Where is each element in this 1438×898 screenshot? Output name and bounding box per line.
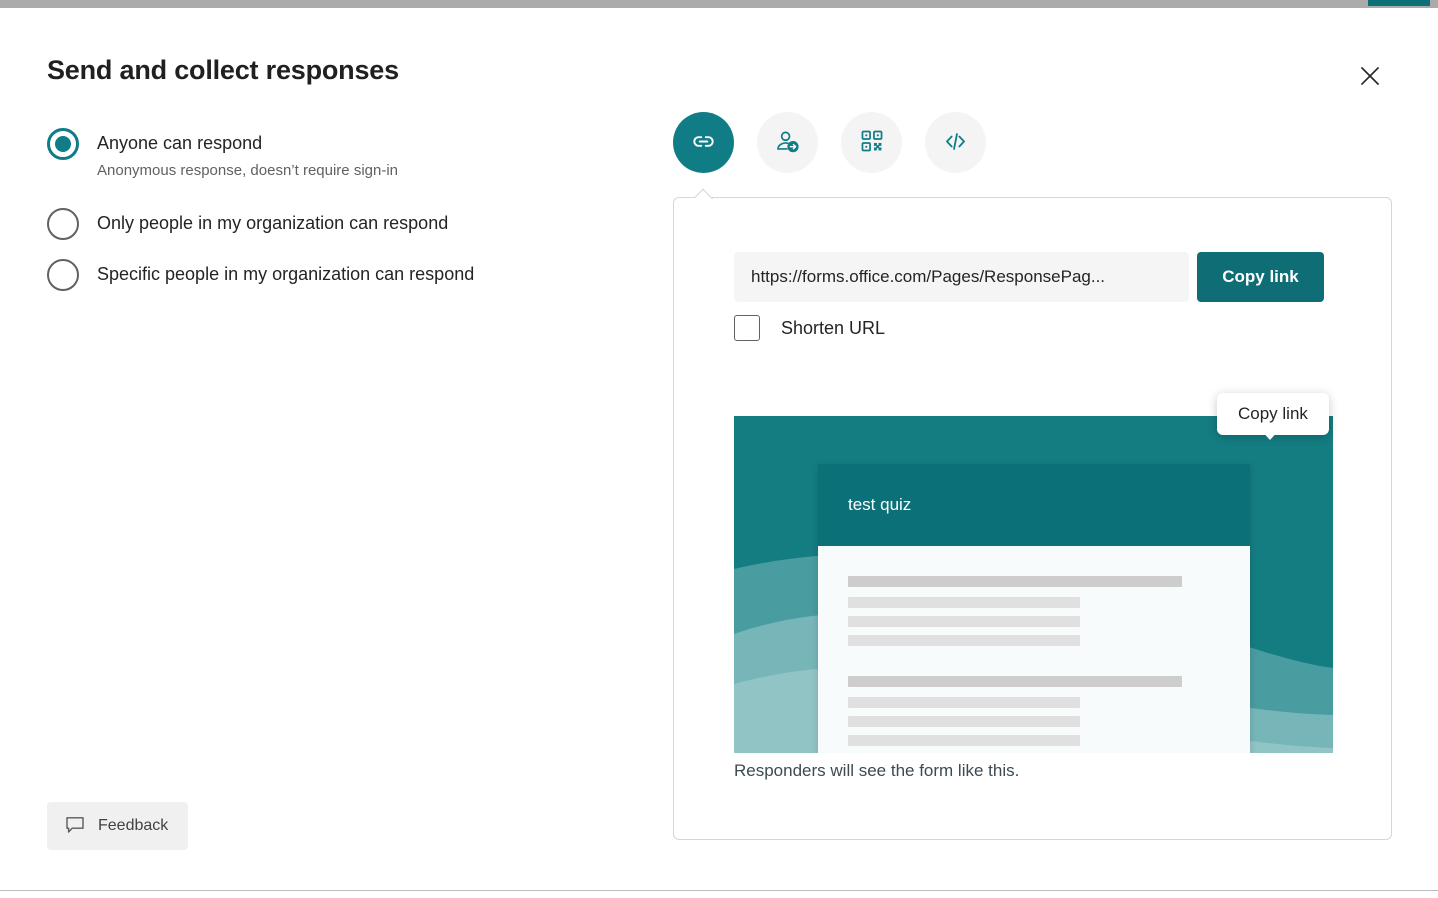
radio-indicator-organization[interactable] [47,208,79,240]
qr-code-icon [859,128,885,157]
preview-caption: Responders will see the form like this. [734,761,1019,781]
skeleton-line [848,697,1080,708]
radio-option-anyone[interactable]: Anyone can respond Anonymous response, d… [47,128,627,182]
skeleton-line [848,635,1080,646]
window-top-accent-strip [1368,0,1430,6]
feedback-label: Feedback [98,817,168,835]
copy-link-button[interactable]: Copy link [1197,252,1324,302]
radio-label-specific-people: Specific people in my organization can r… [97,264,474,284]
feedback-button[interactable]: Feedback [47,802,188,850]
radio-option-specific-people[interactable]: Specific people in my organization can r… [47,259,627,291]
page-title: Send and collect responses [47,55,399,86]
share-url-row: https://forms.office.com/Pages/ResponseP… [734,252,1324,302]
share-url-input[interactable]: https://forms.office.com/Pages/ResponseP… [734,252,1189,302]
tab-qr-code[interactable] [841,112,902,173]
share-method-tabs [673,112,986,173]
tab-link[interactable] [673,112,734,173]
window-top-strip [0,0,1438,8]
shorten-url-checkbox-row[interactable]: Shorten URL [734,315,885,341]
tab-embed-code[interactable] [925,112,986,173]
radio-indicator-anyone[interactable] [47,128,79,160]
skeleton-line [848,616,1080,627]
copy-link-tooltip-arrow [1260,429,1280,440]
tab-invite-people[interactable] [757,112,818,173]
radio-option-organization[interactable]: Only people in my organization can respo… [47,208,627,240]
share-link-panel: https://forms.office.com/Pages/ResponseP… [673,197,1392,840]
person-share-icon [774,128,801,158]
skeleton-heading [848,576,1182,587]
preview-form-title: test quiz [848,495,911,515]
embed-code-icon [942,128,969,158]
preview-skeleton-content [818,546,1250,746]
link-icon [690,128,717,158]
radio-indicator-specific-people[interactable] [47,259,79,291]
shorten-url-checkbox[interactable] [734,315,760,341]
comment-icon [64,814,86,839]
close-icon [1358,64,1382,88]
audience-options: Anyone can respond Anonymous response, d… [47,128,627,291]
close-button[interactable] [1349,55,1391,97]
dialog-bottom-divider [0,890,1438,891]
radio-label-anyone: Anyone can respond [97,133,262,153]
skeleton-line [848,716,1080,727]
radio-sublabel-anyone: Anonymous response, doesn’t require sign… [97,160,398,182]
spacer [47,240,627,259]
panel-pointer [695,188,715,199]
spacer [47,182,627,208]
shorten-url-label: Shorten URL [781,318,885,339]
skeleton-heading [848,676,1182,687]
radio-label-organization: Only people in my organization can respo… [97,213,448,233]
skeleton-line [848,597,1080,608]
send-collect-responses-dialog: Send and collect responses Anyone can re… [0,0,1438,898]
preview-form-card: test quiz [818,464,1250,753]
preview-form-header: test quiz [818,464,1250,546]
form-preview-thumbnail: test quiz [734,416,1333,753]
skeleton-line [848,735,1080,746]
